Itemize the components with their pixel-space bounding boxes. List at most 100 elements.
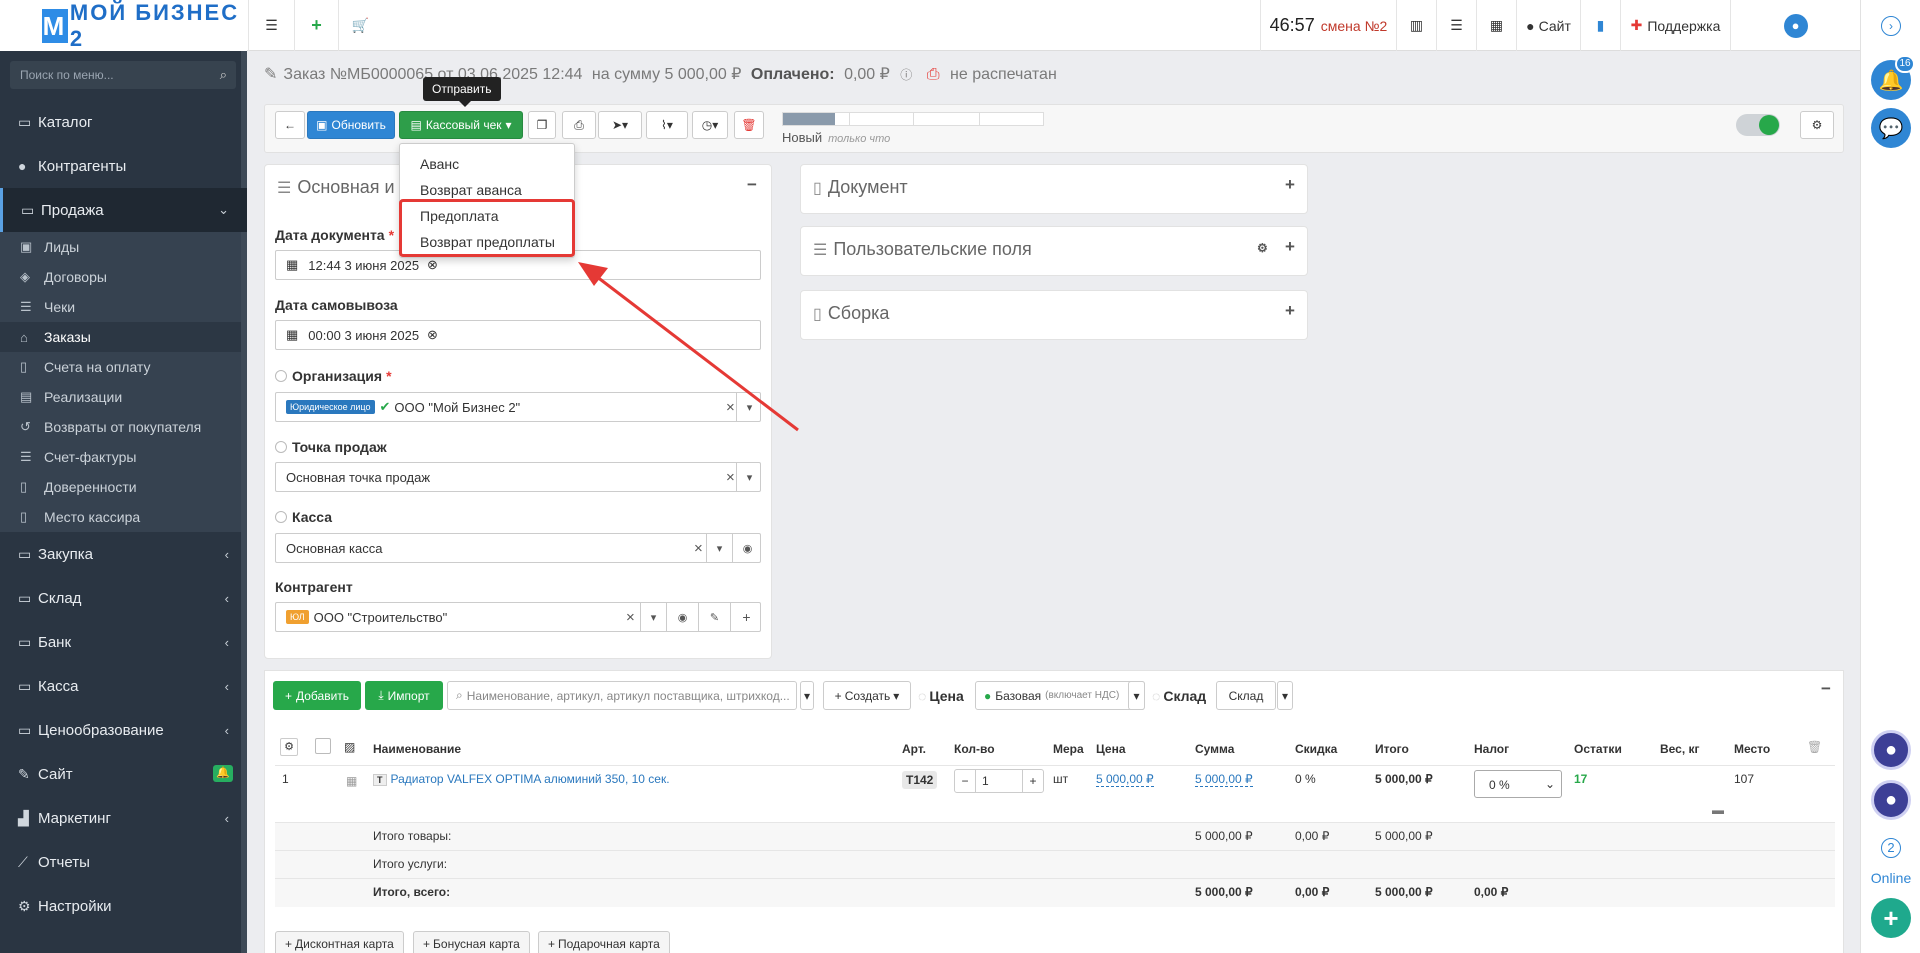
sidebar-search-input[interactable]: Поиск по меню... ⌕ bbox=[10, 61, 236, 89]
delete-button[interactable]: 🗑 bbox=[734, 111, 764, 139]
sidebar-item-catalog[interactable]: ▭ Каталог bbox=[0, 100, 247, 144]
price-dropdown-button[interactable]: ▾ bbox=[1128, 681, 1145, 710]
eye-icon[interactable]: ◉ bbox=[666, 603, 698, 631]
server-button[interactable]: ☰ bbox=[1436, 0, 1476, 51]
search-dropdown-button[interactable]: ▾ bbox=[800, 681, 814, 710]
col-sum[interactable]: Сумма bbox=[1195, 742, 1234, 756]
sidebar-subitem-returns[interactable]: ↺ Возвраты от покупателя bbox=[0, 412, 241, 442]
trash-icon[interactable]: 🗑 bbox=[1807, 740, 1822, 754]
col-tax[interactable]: Налог bbox=[1474, 742, 1509, 756]
pickup-date-field[interactable]: ▦ 00:00 3 июня 2025 ⊗ bbox=[275, 320, 761, 350]
col-name[interactable]: Наименование bbox=[373, 742, 461, 756]
sidebar-subitem-leads[interactable]: ▣ Лиды bbox=[0, 232, 241, 262]
logo-area[interactable]: М МОЙ БИЗНЕС 2 bbox=[0, 0, 247, 51]
warehouse-select[interactable]: Склад bbox=[1216, 681, 1276, 710]
operator-avatar-1[interactable]: ● bbox=[1871, 730, 1911, 770]
sidebar-item-reports[interactable]: ⟋ Отчеты bbox=[0, 840, 247, 884]
col-qty[interactable]: Кол-во bbox=[954, 742, 995, 756]
col-place[interactable]: Место bbox=[1734, 742, 1770, 756]
col-unit[interactable]: Мера bbox=[1053, 742, 1084, 756]
user-button[interactable]: ● bbox=[1730, 0, 1860, 51]
back-button[interactable]: ← bbox=[275, 111, 305, 139]
product-name-link[interactable]: Радиатор VALFEX OPTIMA алюминий 350, 10 … bbox=[391, 772, 670, 786]
bonus-card-button[interactable]: + Бонусная карта bbox=[413, 931, 530, 953]
product-search-input[interactable]: ⌕ Наименование, артикул, артикул поставщи… bbox=[447, 681, 797, 710]
sidebar-subitem-invoices[interactable]: ▯ Счета на оплату bbox=[0, 352, 241, 382]
site-button[interactable]: ● Сайт bbox=[1516, 0, 1580, 51]
collapse-panel-button[interactable]: − bbox=[1821, 679, 1831, 699]
attach-button[interactable]: ⌇▾ bbox=[646, 111, 688, 139]
clear-icon[interactable]: × bbox=[726, 399, 735, 416]
sum-cell[interactable]: 5 000,00 ₽ bbox=[1195, 772, 1253, 787]
copy-button[interactable]: ❐ bbox=[528, 111, 556, 139]
drag-handle-icon[interactable]: ▬ bbox=[1712, 803, 1724, 817]
quantity-input[interactable]: 1 bbox=[975, 770, 1023, 792]
col-stock[interactable]: Остатки bbox=[1574, 742, 1622, 756]
operator-avatar-2[interactable]: ● bbox=[1871, 780, 1911, 820]
collapse-panel-button[interactable]: − bbox=[747, 175, 757, 195]
tax-select[interactable]: 0 % ⌄ bbox=[1474, 770, 1562, 798]
discount-card-button[interactable]: + Дисконтная карта bbox=[275, 931, 404, 953]
gift-card-button[interactable]: + Подарочная карта bbox=[538, 931, 670, 953]
col-discount[interactable]: Скидка bbox=[1295, 742, 1337, 756]
gears-icon[interactable]: ⚙ bbox=[1257, 241, 1268, 255]
plus-icon[interactable]: + bbox=[730, 603, 762, 631]
status-progress[interactable] bbox=[782, 112, 1044, 126]
receipt-dropdown-button[interactable]: ▤ Кассовый чек ▾ bbox=[399, 111, 523, 139]
support-button[interactable]: ✚ Поддержка bbox=[1620, 0, 1730, 51]
col-total[interactable]: Итого bbox=[1375, 742, 1409, 756]
minus-icon[interactable]: − bbox=[955, 774, 975, 788]
clear-icon[interactable]: × bbox=[694, 540, 703, 557]
organization-select[interactable]: Юридическое лицо ✔ ООО "Мой Бизнес 2" × ▾ bbox=[275, 392, 761, 422]
sidebar-item-bank[interactable]: ▭ Банк ‹ bbox=[0, 620, 247, 664]
caret-down-icon[interactable]: ▾ bbox=[640, 603, 666, 631]
sidebar-subitem-contracts[interactable]: ◈ Договоры bbox=[0, 262, 241, 292]
menu-item-advance[interactable]: Аванс bbox=[400, 151, 574, 177]
calendar-button[interactable]: ▦ bbox=[1476, 0, 1516, 51]
sidebar-subitem-orders[interactable]: ⌂ Заказы bbox=[0, 322, 241, 352]
clear-icon[interactable]: × bbox=[726, 469, 735, 486]
expand-panel-button[interactable]: + bbox=[1285, 301, 1295, 321]
document-panel[interactable]: ▯ Документ + bbox=[800, 164, 1308, 214]
create-button[interactable]: + Создать ▾ bbox=[823, 681, 911, 710]
expand-panel-button[interactable]: + bbox=[1285, 237, 1295, 257]
cash-select[interactable]: Основная касса × ▾ ◉ bbox=[275, 533, 761, 563]
price-type-select[interactable]: ● Базовая (включает НДС) bbox=[975, 681, 1145, 710]
sidebar-item-warehouse[interactable]: ▭ Склад ‹ bbox=[0, 576, 247, 620]
caret-down-icon[interactable]: ▾ bbox=[736, 393, 762, 421]
sidebar-item-site[interactable]: ✎ Сайт 🔔 bbox=[0, 752, 247, 796]
plus-icon[interactable]: + bbox=[1023, 774, 1043, 788]
collapse-rail-button[interactable]: › bbox=[1881, 16, 1901, 36]
table-settings-button[interactable]: ⚙ bbox=[280, 738, 298, 756]
settings-button[interactable]: ⚙ bbox=[1800, 111, 1834, 139]
select-all-checkbox[interactable] bbox=[315, 738, 331, 754]
sidebar-subitem-factura[interactable]: ☰ Счет-фактуры bbox=[0, 442, 241, 472]
shift-timer[interactable]: 46:57 смена №2 bbox=[1260, 0, 1396, 51]
quantity-stepper[interactable]: − 1 + bbox=[954, 769, 1044, 793]
col-art[interactable]: Арт. bbox=[902, 742, 926, 756]
add-product-button[interactable]: + Добавить bbox=[273, 681, 361, 710]
pos-button[interactable]: ▮ bbox=[1580, 0, 1620, 51]
chat-button[interactable]: 💬 bbox=[1871, 108, 1911, 148]
sidebar-item-marketing[interactable]: ▟ Маркетинг ‹ bbox=[0, 796, 247, 840]
counterparty-select[interactable]: ЮЛ ООО "Строительство" × ▾ ◉ ✎ + bbox=[275, 602, 761, 632]
expand-panel-button[interactable]: + bbox=[1285, 175, 1295, 195]
caret-down-icon[interactable]: ▾ bbox=[706, 534, 732, 562]
caret-down-icon[interactable]: ▾ bbox=[736, 463, 762, 491]
sidebar-item-cash[interactable]: ▭ Касса ‹ bbox=[0, 664, 247, 708]
clear-icon[interactable]: × bbox=[626, 609, 635, 626]
sidebar-subitem-cashier-place[interactable]: ▯ Место кассира bbox=[0, 502, 241, 532]
sidebar-subitem-powers[interactable]: ▯ Доверенности bbox=[0, 472, 241, 502]
clear-icon[interactable]: ⊗ bbox=[427, 257, 438, 273]
plus-action-button[interactable]: + bbox=[1871, 898, 1911, 938]
sidebar-subitem-realizations[interactable]: ▤ Реализации bbox=[0, 382, 241, 412]
toggle-switch[interactable] bbox=[1736, 114, 1780, 136]
warehouse-dropdown-button[interactable]: ▾ bbox=[1277, 681, 1293, 710]
custom-fields-panel[interactable]: ☰ Пользовательские поля ⚙ + bbox=[800, 226, 1308, 276]
sidebar-item-pricing[interactable]: ▭ Ценообразование ‹ bbox=[0, 708, 247, 752]
col-price[interactable]: Цена bbox=[1096, 742, 1126, 756]
edit-icon[interactable]: ✎ bbox=[698, 603, 730, 631]
col-weight[interactable]: Вес, кг bbox=[1660, 742, 1700, 756]
add-button[interactable]: + bbox=[294, 0, 338, 51]
send-button[interactable]: ➤▾ bbox=[598, 111, 642, 139]
